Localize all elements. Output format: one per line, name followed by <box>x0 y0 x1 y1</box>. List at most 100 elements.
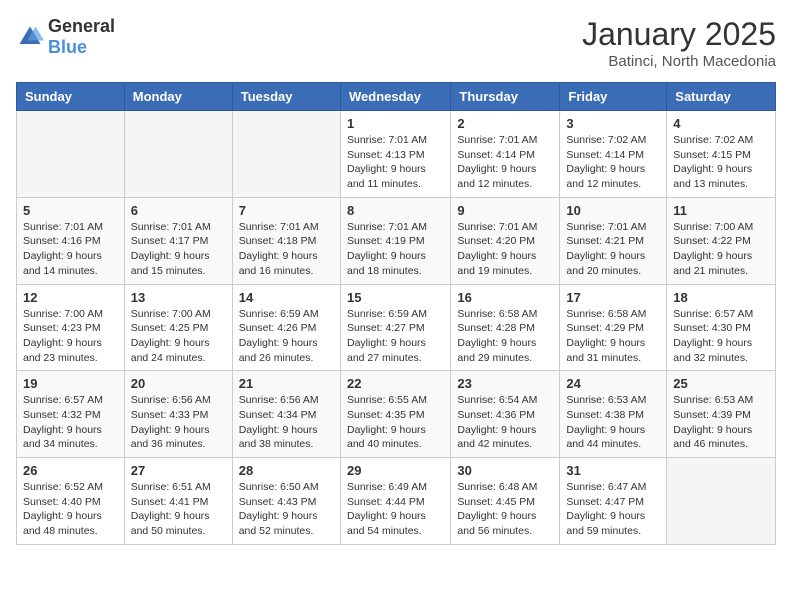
calendar-cell: 9Sunrise: 7:01 AM Sunset: 4:20 PM Daylig… <box>451 197 560 284</box>
calendar-cell: 8Sunrise: 7:01 AM Sunset: 4:19 PM Daylig… <box>340 197 450 284</box>
day-number: 4 <box>673 116 769 131</box>
day-info: Sunrise: 7:01 AM Sunset: 4:21 PM Dayligh… <box>566 220 660 279</box>
day-info: Sunrise: 6:53 AM Sunset: 4:38 PM Dayligh… <box>566 393 660 452</box>
calendar-cell: 18 Sunrise: 6:57 AM Sunset: 4:30 PM Dayli… <box>667 284 776 371</box>
day-number: 3 <box>566 116 660 131</box>
calendar-cell: 31 Sunrise: 6:47 AM Sunset: 4:47 PM Dayli… <box>560 458 667 545</box>
day-number: 22 <box>347 376 444 391</box>
calendar-cell: 25 Sunrise: 6:53 AM Sunset: 4:39 PM Dayli… <box>667 371 776 458</box>
calendar-cell: 15Sunrise: 6:59 AM Sunset: 4:27 PM Dayli… <box>340 284 450 371</box>
calendar-cell: 17 Sunrise: 6:58 AM Sunset: 4:29 PM Dayli… <box>560 284 667 371</box>
calendar-cell: 30Sunrise: 6:48 AM Sunset: 4:45 PM Dayli… <box>451 458 560 545</box>
day-number: 17 <box>566 290 660 305</box>
calendar-cell: 13Sunrise: 7:00 AM Sunset: 4:25 PM Dayli… <box>124 284 232 371</box>
logo-blue: Blue <box>48 37 87 57</box>
calendar-cell: 20 Sunrise: 6:56 AM Sunset: 4:33 PM Dayli… <box>124 371 232 458</box>
calendar-week-row: 19 Sunrise: 6:57 AM Sunset: 4:32 PM Dayli… <box>17 371 776 458</box>
day-info: Sunrise: 6:47 AM Sunset: 4:47 PM Dayligh… <box>566 480 660 539</box>
day-number: 14 <box>239 290 334 305</box>
day-info: Sunrise: 7:00 AM Sunset: 4:23 PM Dayligh… <box>23 307 118 366</box>
day-number: 5 <box>23 203 118 218</box>
logo-icon <box>16 23 44 51</box>
day-info: Sunrise: 6:53 AM Sunset: 4:39 PM Dayligh… <box>673 393 769 452</box>
day-of-week-header: Friday <box>560 83 667 111</box>
day-info: Sunrise: 7:01 AM Sunset: 4:18 PM Dayligh… <box>239 220 334 279</box>
day-number: 16 <box>457 290 553 305</box>
calendar-cell: 7 Sunrise: 7:01 AM Sunset: 4:18 PM Daylig… <box>232 197 340 284</box>
day-number: 23 <box>457 376 553 391</box>
calendar-cell: 19 Sunrise: 6:57 AM Sunset: 4:32 PM Dayli… <box>17 371 125 458</box>
calendar-cell: 14 Sunrise: 6:59 AM Sunset: 4:26 PM Dayli… <box>232 284 340 371</box>
calendar-cell: 2Sunrise: 7:01 AM Sunset: 4:14 PM Daylig… <box>451 111 560 198</box>
logo-general: General <box>48 16 115 36</box>
day-info: Sunrise: 7:01 AM Sunset: 4:13 PM Dayligh… <box>347 133 444 192</box>
calendar-cell: 24 Sunrise: 6:53 AM Sunset: 4:38 PM Dayli… <box>560 371 667 458</box>
calendar-table: SundayMondayTuesdayWednesdayThursdayFrid… <box>16 82 776 545</box>
calendar-cell: 6Sunrise: 7:01 AM Sunset: 4:17 PM Daylig… <box>124 197 232 284</box>
title-block: January 2025 Batinci, North Macedonia <box>582 16 776 70</box>
day-info: Sunrise: 7:02 AM Sunset: 4:14 PM Dayligh… <box>566 133 660 192</box>
day-of-week-header: Sunday <box>17 83 125 111</box>
day-of-week-header: Wednesday <box>340 83 450 111</box>
day-number: 10 <box>566 203 660 218</box>
calendar-cell: 23 Sunrise: 6:54 AM Sunset: 4:36 PM Dayli… <box>451 371 560 458</box>
day-info: Sunrise: 6:55 AM Sunset: 4:35 PM Dayligh… <box>347 393 444 452</box>
day-number: 26 <box>23 463 118 478</box>
day-info: Sunrise: 6:59 AM Sunset: 4:26 PM Dayligh… <box>239 307 334 366</box>
day-of-week-header: Monday <box>124 83 232 111</box>
day-info: Sunrise: 6:54 AM Sunset: 4:36 PM Dayligh… <box>457 393 553 452</box>
day-number: 12 <box>23 290 118 305</box>
logo-text: General Blue <box>48 16 115 58</box>
calendar-cell: 12 Sunrise: 7:00 AM Sunset: 4:23 PM Dayli… <box>17 284 125 371</box>
day-of-week-header: Thursday <box>451 83 560 111</box>
calendar-cell: 11 Sunrise: 7:00 AM Sunset: 4:22 PM Dayli… <box>667 197 776 284</box>
calendar-cell: 22 Sunrise: 6:55 AM Sunset: 4:35 PM Dayli… <box>340 371 450 458</box>
day-number: 13 <box>131 290 226 305</box>
day-number: 1 <box>347 116 444 131</box>
calendar-cell: 29 Sunrise: 6:49 AM Sunset: 4:44 PM Dayli… <box>340 458 450 545</box>
day-number: 7 <box>239 203 334 218</box>
day-info: Sunrise: 7:00 AM Sunset: 4:22 PM Dayligh… <box>673 220 769 279</box>
day-number: 18 <box>673 290 769 305</box>
calendar-cell: 16 Sunrise: 6:58 AM Sunset: 4:28 PM Dayli… <box>451 284 560 371</box>
calendar-cell <box>17 111 125 198</box>
calendar-week-row: 1 Sunrise: 7:01 AM Sunset: 4:13 PM Daylig… <box>17 111 776 198</box>
day-number: 9 <box>457 203 553 218</box>
day-info: Sunrise: 6:56 AM Sunset: 4:33 PM Dayligh… <box>131 393 226 452</box>
calendar-cell <box>667 458 776 545</box>
day-number: 24 <box>566 376 660 391</box>
day-info: Sunrise: 6:50 AM Sunset: 4:43 PM Dayligh… <box>239 480 334 539</box>
day-info: Sunrise: 6:57 AM Sunset: 4:30 PM Dayligh… <box>673 307 769 366</box>
day-of-week-header: Tuesday <box>232 83 340 111</box>
day-info: Sunrise: 7:01 AM Sunset: 4:17 PM Dayligh… <box>131 220 226 279</box>
day-number: 28 <box>239 463 334 478</box>
calendar-cell: 10 Sunrise: 7:01 AM Sunset: 4:21 PM Dayli… <box>560 197 667 284</box>
calendar-header-row: SundayMondayTuesdayWednesdayThursdayFrid… <box>17 83 776 111</box>
day-info: Sunrise: 6:48 AM Sunset: 4:45 PM Dayligh… <box>457 480 553 539</box>
calendar-cell: 1 Sunrise: 7:01 AM Sunset: 4:13 PM Daylig… <box>340 111 450 198</box>
calendar-cell: 28 Sunrise: 6:50 AM Sunset: 4:43 PM Dayli… <box>232 458 340 545</box>
day-number: 29 <box>347 463 444 478</box>
day-number: 11 <box>673 203 769 218</box>
day-info: Sunrise: 7:01 AM Sunset: 4:14 PM Dayligh… <box>457 133 553 192</box>
day-number: 20 <box>131 376 226 391</box>
calendar-cell: 26 Sunrise: 6:52 AM Sunset: 4:40 PM Dayli… <box>17 458 125 545</box>
day-info: Sunrise: 6:52 AM Sunset: 4:40 PM Dayligh… <box>23 480 118 539</box>
calendar-cell <box>232 111 340 198</box>
month-title: January 2025 <box>582 16 776 53</box>
day-number: 19 <box>23 376 118 391</box>
day-info: Sunrise: 6:59 AM Sunset: 4:27 PM Dayligh… <box>347 307 444 366</box>
day-info: Sunrise: 6:58 AM Sunset: 4:29 PM Dayligh… <box>566 307 660 366</box>
calendar-cell: 21Sunrise: 6:56 AM Sunset: 4:34 PM Dayli… <box>232 371 340 458</box>
day-number: 25 <box>673 376 769 391</box>
day-number: 31 <box>566 463 660 478</box>
day-info: Sunrise: 7:01 AM Sunset: 4:19 PM Dayligh… <box>347 220 444 279</box>
day-number: 21 <box>239 376 334 391</box>
day-info: Sunrise: 6:57 AM Sunset: 4:32 PM Dayligh… <box>23 393 118 452</box>
calendar-cell <box>124 111 232 198</box>
day-info: Sunrise: 6:49 AM Sunset: 4:44 PM Dayligh… <box>347 480 444 539</box>
day-info: Sunrise: 7:01 AM Sunset: 4:16 PM Dayligh… <box>23 220 118 279</box>
day-info: Sunrise: 7:02 AM Sunset: 4:15 PM Dayligh… <box>673 133 769 192</box>
logo: General Blue <box>16 16 115 58</box>
day-info: Sunrise: 6:58 AM Sunset: 4:28 PM Dayligh… <box>457 307 553 366</box>
